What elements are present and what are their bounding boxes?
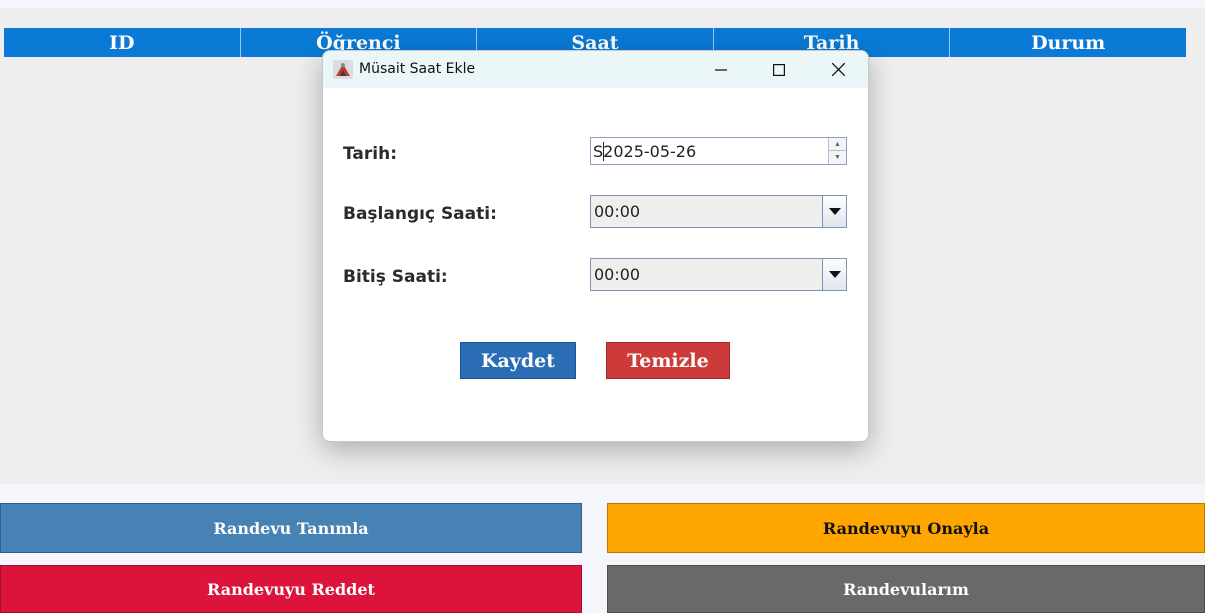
start-time-select[interactable]: 00:00: [590, 195, 847, 228]
column-header-status[interactable]: Durum: [950, 28, 1186, 57]
chevron-down-icon: [828, 271, 841, 278]
define-appointment-button[interactable]: Randevu Tanımla: [0, 503, 582, 553]
minimize-button[interactable]: [693, 51, 749, 88]
start-time-dropdown-button[interactable]: [822, 196, 846, 227]
close-button[interactable]: [810, 51, 866, 88]
approve-appointment-button[interactable]: Randevuyu Onayla: [607, 503, 1205, 553]
clear-button[interactable]: Temizle: [606, 342, 730, 379]
date-label: Tarih:: [343, 144, 397, 164]
add-available-time-dialog: Müsait Saat Ekle Tarih: S2025-05-26 ▲ ▼: [322, 50, 869, 442]
java-app-icon: [333, 60, 353, 79]
date-input[interactable]: S2025-05-26: [593, 138, 696, 164]
dialog-titlebar[interactable]: Müsait Saat Ekle: [323, 51, 868, 88]
chevron-down-icon: [828, 208, 841, 215]
end-time-dropdown-button[interactable]: [822, 259, 846, 290]
save-button[interactable]: Kaydet: [460, 342, 576, 379]
spinner-down-button[interactable]: ▼: [829, 151, 846, 164]
start-time-label: Başlangıç Saati:: [343, 204, 497, 224]
end-time-select[interactable]: 00:00: [590, 258, 847, 291]
spinner-up-button[interactable]: ▲: [829, 138, 846, 151]
end-time-value: 00:00: [594, 265, 641, 284]
end-time-label: Bitiş Saati:: [343, 267, 448, 287]
column-header-id[interactable]: ID: [4, 28, 241, 57]
minimize-icon: [715, 68, 727, 71]
start-time-value: 00:00: [594, 202, 641, 221]
reject-appointment-button[interactable]: Randevuyu Reddet: [0, 565, 582, 613]
date-spinner[interactable]: S2025-05-26 ▲ ▼: [590, 137, 847, 165]
maximize-icon: [773, 63, 785, 76]
close-icon: [831, 63, 845, 76]
text-caret: [603, 142, 604, 161]
spinner-buttons: ▲ ▼: [828, 138, 846, 164]
dialog-title: Müsait Saat Ekle: [359, 61, 476, 77]
maximize-button[interactable]: [751, 51, 807, 88]
my-appointments-button[interactable]: Randevularım: [607, 565, 1205, 613]
